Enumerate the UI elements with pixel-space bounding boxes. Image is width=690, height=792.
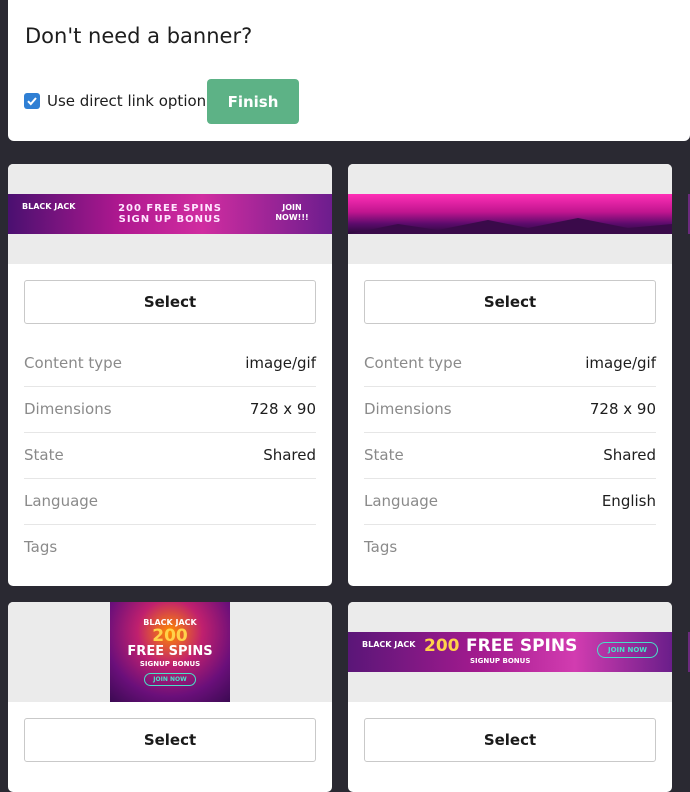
row-label: State [24, 446, 64, 464]
check-icon [27, 97, 37, 106]
panel-title: Don't need a banner? [25, 24, 253, 48]
row-label: Content type [364, 354, 462, 372]
select-button[interactable]: Select [364, 718, 656, 762]
banner-subline: SIGNUP BONUS [470, 657, 531, 665]
row-tags: Tags [364, 524, 656, 570]
banner-card: BLACK JACK 200 FREE SPINS SIGNUP BONUS J… [8, 602, 332, 792]
banner-headline: FREE SPINS [127, 643, 213, 659]
row-dimensions: Dimensions 728 x 90 [24, 386, 316, 433]
row-value: Shared [603, 446, 656, 464]
banner-card: BLACK JACK 200 FREE SPINS SIGNUP BONUS J… [348, 602, 672, 792]
banner-image: BLACK JACK 200 FREE SPINS SIGNUP BONUS J… [348, 632, 672, 672]
row-label: Content type [24, 354, 122, 372]
row-value: image/gif [585, 354, 656, 372]
row-label: Language [24, 492, 99, 510]
banner-image [348, 194, 672, 234]
select-button[interactable]: Select [24, 718, 316, 762]
row-label: Language [364, 492, 439, 510]
mountains-graphic [348, 218, 672, 234]
banner-cta: JOIN NOW [597, 642, 658, 658]
banner-card: Select Content type image/gif Dimensions… [348, 164, 672, 586]
banner-preview: BLACK JACK 200 FREE SPINS SIGN UP BONUS … [8, 164, 332, 264]
row-state: State Shared [24, 432, 316, 479]
row-content-type: Content type image/gif [364, 340, 656, 387]
row-value: 728 x 90 [589, 400, 656, 418]
direct-link-label: Use direct link option [47, 92, 207, 110]
banner-amount: 200 [424, 636, 460, 656]
row-value: English [601, 492, 656, 510]
banner-logo: BLACK JACK [362, 640, 416, 649]
banner-cta: JOIN NOW!!! [275, 203, 309, 222]
banner-preview: BLACK JACK 200 FREE SPINS SIGNUP BONUS J… [348, 602, 672, 702]
banner-card: BLACK JACK 200 FREE SPINS SIGN UP BONUS … [8, 164, 332, 586]
row-state: State Shared [364, 432, 656, 479]
banner-headline: 200 FREE SPINS SIGN UP BONUS [118, 203, 222, 225]
banner-image: BLACK JACK 200 FREE SPINS SIGNUP BONUS J… [110, 602, 230, 702]
row-label: Dimensions [24, 400, 112, 418]
row-language: Language English [364, 478, 656, 525]
row-value: image/gif [245, 354, 316, 372]
row-value: 728 x 90 [249, 400, 316, 418]
banner-headline: FREE SPINS [466, 636, 578, 656]
row-label: Tags [364, 538, 398, 556]
row-label: Tags [24, 538, 58, 556]
banner-preview [348, 164, 672, 264]
select-button[interactable]: Select [364, 280, 656, 324]
row-dimensions: Dimensions 728 x 90 [364, 386, 656, 433]
banner-amount: 200 [152, 625, 188, 646]
banner-cta: JOIN NOW [144, 672, 196, 686]
banner-image: BLACK JACK 200 FREE SPINS SIGN UP BONUS … [8, 194, 332, 234]
select-button[interactable]: Select [24, 280, 316, 324]
row-value: Shared [263, 446, 316, 464]
banner-subline: SIGNUP BONUS [139, 659, 201, 668]
banner-logo: BLACK JACK [22, 202, 76, 211]
direct-link-panel: Don't need a banner? Use direct link opt… [8, 0, 690, 141]
row-language: Language [24, 478, 316, 525]
direct-link-checkbox[interactable] [24, 93, 40, 109]
row-content-type: Content type image/gif [24, 340, 316, 387]
direct-link-option[interactable]: Use direct link option [24, 92, 206, 110]
row-label: Dimensions [364, 400, 452, 418]
row-label: State [364, 446, 404, 464]
banner-preview: BLACK JACK 200 FREE SPINS SIGNUP BONUS J… [8, 602, 332, 702]
finish-button[interactable]: Finish [207, 79, 299, 124]
row-tags: Tags [24, 524, 316, 570]
